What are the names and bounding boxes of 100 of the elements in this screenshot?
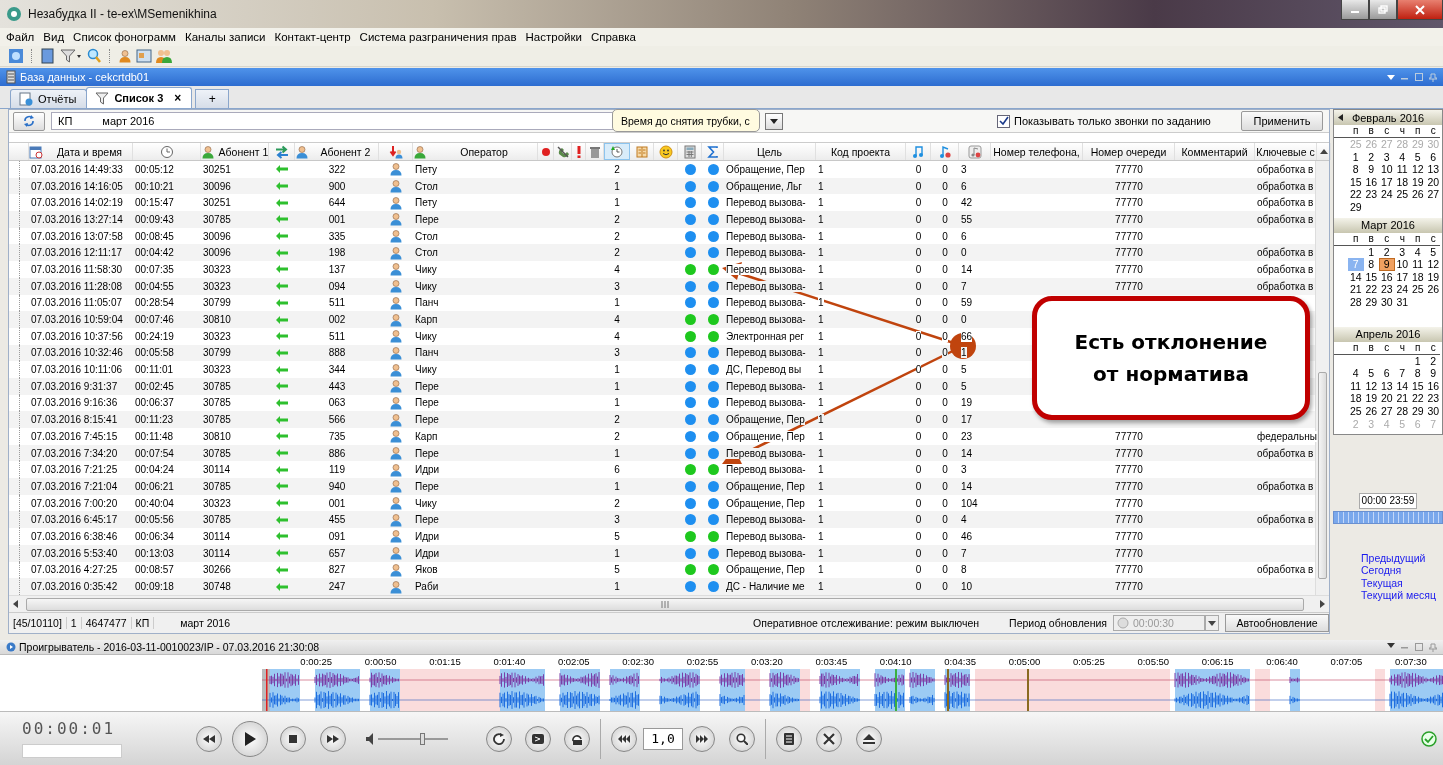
eject-button[interactable] — [856, 725, 882, 752]
calendar-day[interactable]: 7 — [1394, 367, 1410, 380]
calendar-day[interactable]: 20 — [1425, 175, 1441, 189]
scroll-right-icon[interactable] — [1320, 600, 1325, 608]
scroll-up-icon[interactable] — [1319, 149, 1328, 154]
calendar-day[interactable]: 15 — [1363, 270, 1379, 284]
calendar-day[interactable]: 16 — [1363, 175, 1379, 189]
calendar-day[interactable]: 20 — [1379, 392, 1395, 405]
vertical-scrollbar[interactable] — [1315, 161, 1329, 595]
column-header[interactable]: Дата и время — [29, 143, 133, 160]
calendar-day[interactable]: 23 — [1379, 283, 1395, 296]
calendar-day[interactable]: 13 — [1379, 379, 1395, 393]
calendar-day[interactable]: 13 — [1425, 163, 1441, 176]
calendar-day[interactable]: 24 — [1394, 283, 1410, 296]
menu-item[interactable]: Система разграничения прав — [359, 31, 517, 43]
calendar-day[interactable]: 31 — [1394, 295, 1410, 309]
maximize-icon[interactable] — [1415, 73, 1423, 81]
calendar-day[interactable]: 8 — [1348, 163, 1364, 176]
menu-item[interactable]: Настройки — [525, 31, 582, 43]
calendar-day[interactable]: 30 — [1379, 295, 1395, 309]
column-header[interactable]: Цель — [724, 143, 816, 160]
calendar-day[interactable]: 5 — [1363, 367, 1379, 380]
horizontal-scrollbar[interactable] — [9, 595, 1329, 612]
column-header[interactable]: Комментарий — [1175, 143, 1255, 160]
calendar-day[interactable]: 25 — [1348, 404, 1364, 418]
calendar-day[interactable]: 19 — [1363, 392, 1379, 405]
calendar-day[interactable]: 27 — [1379, 404, 1395, 418]
new-tab-button[interactable]: + — [195, 89, 230, 108]
calendar-day[interactable]: 19 — [1425, 270, 1441, 284]
column-header[interactable]: Абонент 2 — [295, 143, 379, 160]
calendar-day[interactable]: 17 — [1379, 175, 1395, 189]
calendar-day[interactable]: 3 — [1379, 150, 1395, 164]
database-icon[interactable] — [8, 48, 24, 64]
calendar-day[interactable]: 23 — [1363, 188, 1379, 201]
close-tab-button[interactable]: × — [174, 91, 182, 105]
calendar-day[interactable]: 4 — [1394, 150, 1410, 164]
calendar-day[interactable]: 17 — [1394, 270, 1410, 284]
column-header[interactable]: Код проекта — [816, 143, 906, 160]
calendar-day[interactable]: 1 — [1363, 245, 1379, 259]
calendar-day[interactable]: 6 — [1425, 150, 1441, 164]
calendar-day[interactable]: 2 — [1379, 245, 1395, 259]
rewind-button[interactable] — [196, 725, 222, 752]
calendar-day[interactable]: 19 — [1410, 175, 1426, 189]
calendar-day[interactable]: 28 — [1394, 404, 1410, 418]
mark-button[interactable] — [525, 725, 551, 752]
calendar-day[interactable]: 26 — [1363, 404, 1379, 418]
calendar-day[interactable]: 2 — [1363, 150, 1379, 164]
calendar-day[interactable]: 9 — [1425, 367, 1441, 380]
calendar-day[interactable]: 16 — [1379, 270, 1395, 284]
column-header[interactable]: Номер очереди — [1083, 143, 1175, 160]
column-header[interactable]: Абонент 1 — [201, 143, 269, 160]
calendar-day[interactable]: 4 — [1348, 367, 1364, 380]
calendar-day[interactable]: 21 — [1348, 283, 1364, 296]
calendar-day[interactable]: 25 — [1410, 283, 1426, 296]
close-button[interactable] — [1397, 0, 1443, 20]
calendar-day[interactable]: 1 — [1410, 354, 1426, 368]
calendar-day[interactable]: 18 — [1348, 392, 1364, 405]
menu-item[interactable]: Справка — [590, 31, 637, 43]
dropdown-button[interactable] — [1205, 615, 1219, 631]
loop-button[interactable] — [564, 725, 590, 752]
calendar-day[interactable]: 11 — [1410, 258, 1426, 271]
calendar-day[interactable]: 5 — [1425, 245, 1441, 259]
calendar-day[interactable]: 8 — [1410, 367, 1426, 380]
calendar-day[interactable]: 8 — [1363, 258, 1379, 271]
apply-button[interactable]: Применить — [1241, 111, 1323, 131]
volume-slider[interactable] — [378, 732, 448, 745]
previous-month-icon[interactable] — [1338, 114, 1343, 121]
calendar-day[interactable]: 29 — [1410, 404, 1426, 418]
calendar-day[interactable]: 25 — [1394, 188, 1410, 201]
calendar-day[interactable]: 28 — [1348, 295, 1364, 309]
link[interactable]: Текущий месяц — [1361, 588, 1443, 601]
calendar-day[interactable]: 29 — [1348, 200, 1364, 214]
calendar-day[interactable]: 12 — [1363, 379, 1379, 393]
maximize-button[interactable] — [1369, 0, 1397, 20]
menu-item[interactable]: Файл — [6, 31, 35, 43]
checkbox[interactable] — [997, 114, 1010, 128]
calendar-day[interactable]: 18 — [1394, 175, 1410, 189]
menu-item[interactable]: Вид — [43, 31, 65, 43]
search-icon[interactable] — [86, 48, 102, 64]
autorefresh-button[interactable]: Автообновление — [1225, 614, 1329, 632]
calendar-day[interactable]: 14 — [1394, 379, 1410, 393]
dropdown-button[interactable] — [765, 112, 783, 130]
calendar-day[interactable]: 12 — [1410, 163, 1426, 176]
link[interactable]: Сегодня — [1361, 564, 1443, 577]
menu-item[interactable]: Контакт-центр — [274, 31, 351, 43]
calendar-day[interactable]: 21 — [1394, 392, 1410, 405]
tab[interactable]: Список 3 × — [86, 87, 193, 108]
calendar-day[interactable]: 14 — [1348, 270, 1364, 284]
skip-forward-button[interactable] — [689, 725, 715, 752]
calendar-day[interactable]: 10 — [1394, 258, 1410, 271]
scroll-thumb[interactable] — [1318, 372, 1327, 579]
calendar-day[interactable]: 15 — [1348, 175, 1364, 189]
calendar-day[interactable]: 9 — [1363, 163, 1379, 176]
link[interactable]: Предыдущий — [1361, 552, 1443, 565]
calendar-day[interactable]: 10 — [1379, 163, 1395, 176]
calendar-day[interactable]: 11 — [1348, 379, 1364, 393]
calendar-day[interactable]: 26 — [1425, 283, 1441, 296]
speaker-icon[interactable] — [366, 732, 374, 745]
play-button[interactable] — [232, 720, 268, 757]
scroll-left-icon[interactable] — [13, 600, 18, 608]
